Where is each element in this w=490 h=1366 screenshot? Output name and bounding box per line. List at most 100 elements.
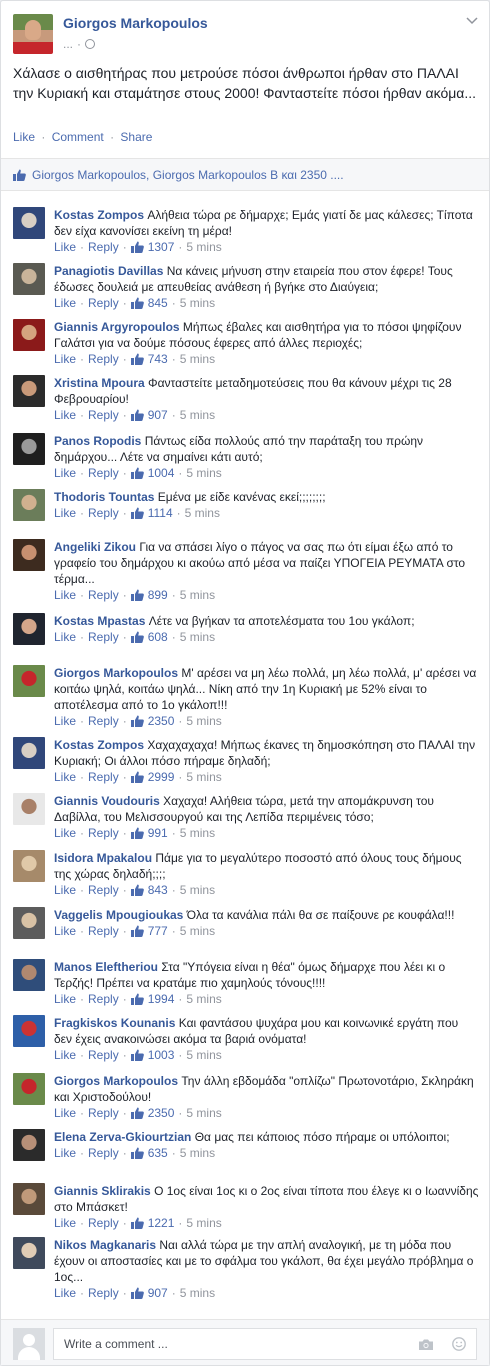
commenter-avatar[interactable]: [13, 737, 45, 769]
post-comment-button[interactable]: Comment: [52, 130, 104, 144]
comment-like-button[interactable]: Like: [54, 713, 76, 729]
comment-timestamp[interactable]: 5 mins: [186, 769, 221, 785]
commenter-avatar[interactable]: [13, 1237, 45, 1269]
comment-timestamp[interactable]: 5 mins: [180, 825, 215, 841]
comment-like-button[interactable]: Like: [54, 1047, 76, 1063]
comment-timestamp[interactable]: 5 mins: [186, 1047, 221, 1063]
commenter-avatar[interactable]: [13, 959, 45, 991]
comment-timestamp[interactable]: 5 mins: [180, 1145, 215, 1161]
comment-like-count[interactable]: 743: [148, 351, 168, 367]
comment-like-count[interactable]: 2350: [148, 1105, 175, 1121]
comment-reply-button[interactable]: Reply: [88, 407, 119, 423]
camera-icon[interactable]: [419, 1339, 433, 1350]
comment-timestamp[interactable]: 5 mins: [180, 882, 215, 898]
comment-timestamp[interactable]: 5 mins: [186, 239, 221, 255]
comment-reply-button[interactable]: Reply: [88, 239, 119, 255]
commenter-avatar[interactable]: [13, 263, 45, 295]
comment-like-count[interactable]: 907: [148, 407, 168, 423]
comment-like-button[interactable]: Like: [54, 1105, 76, 1121]
comment-like-button[interactable]: Like: [54, 882, 76, 898]
comment-timestamp[interactable]: 5 mins: [180, 295, 215, 311]
comment-timestamp[interactable]: 5 mins: [185, 505, 220, 521]
commenter-avatar[interactable]: [13, 850, 45, 882]
comment-reply-button[interactable]: Reply: [88, 923, 119, 939]
comment-timestamp[interactable]: 5 mins: [180, 587, 215, 603]
comment-reply-button[interactable]: Reply: [88, 505, 119, 521]
chevron-down-icon[interactable]: [465, 13, 479, 27]
comment-input[interactable]: [53, 1328, 477, 1360]
commenter-avatar[interactable]: [13, 907, 45, 939]
comment-like-count[interactable]: 843: [148, 882, 168, 898]
commenter-name[interactable]: Fragkiskos Kounanis: [54, 1016, 175, 1030]
commenter-name[interactable]: Isidora Mpakalou: [54, 851, 152, 865]
commenter-avatar[interactable]: [13, 1129, 45, 1161]
comment-like-button[interactable]: Like: [54, 1215, 76, 1231]
comment-like-count[interactable]: 635: [148, 1145, 168, 1161]
commenter-avatar[interactable]: [13, 1015, 45, 1047]
comment-reply-button[interactable]: Reply: [88, 1145, 119, 1161]
comment-timestamp[interactable]: 5 mins: [186, 1215, 221, 1231]
comment-reply-button[interactable]: Reply: [88, 1215, 119, 1231]
comment-reply-button[interactable]: Reply: [88, 713, 119, 729]
commenter-avatar[interactable]: [13, 613, 45, 645]
author-avatar[interactable]: [13, 14, 53, 54]
comment-like-button[interactable]: Like: [54, 825, 76, 841]
comment-reply-button[interactable]: Reply: [88, 769, 119, 785]
comment-timestamp[interactable]: 5 mins: [180, 1285, 215, 1301]
commenter-name[interactable]: Kostas Zompos: [54, 738, 144, 752]
comment-like-count[interactable]: 991: [148, 825, 168, 841]
commenter-name[interactable]: Giannis Voudouris: [54, 794, 160, 808]
comment-reply-button[interactable]: Reply: [88, 991, 119, 1007]
commenter-name[interactable]: Vaggelis Mpougioukas: [54, 908, 183, 922]
post-meta-dots[interactable]: ...: [63, 37, 73, 51]
commenter-avatar[interactable]: [13, 665, 45, 697]
comment-reply-button[interactable]: Reply: [88, 351, 119, 367]
comment-like-button[interactable]: Like: [54, 629, 76, 645]
comment-like-count[interactable]: 1221: [148, 1215, 175, 1231]
comment-like-button[interactable]: Like: [54, 295, 76, 311]
comment-like-count[interactable]: 1003: [148, 1047, 175, 1063]
comment-timestamp[interactable]: 5 mins: [180, 407, 215, 423]
comment-like-button[interactable]: Like: [54, 923, 76, 939]
comment-reply-button[interactable]: Reply: [88, 1047, 119, 1063]
comment-timestamp[interactable]: 5 mins: [186, 991, 221, 1007]
commenter-avatar[interactable]: [13, 319, 45, 351]
emoji-icon[interactable]: [452, 1337, 466, 1351]
comment-reply-button[interactable]: Reply: [88, 295, 119, 311]
comment-reply-button[interactable]: Reply: [88, 629, 119, 645]
post-author-name[interactable]: Giorgos Markopoulos: [63, 15, 208, 31]
commenter-name[interactable]: Kostas Mpastas: [54, 614, 145, 628]
comment-like-count[interactable]: 907: [148, 1285, 168, 1301]
commenter-avatar[interactable]: [13, 1183, 45, 1215]
comment-reply-button[interactable]: Reply: [88, 587, 119, 603]
comment-like-button[interactable]: Like: [54, 351, 76, 367]
commenter-name[interactable]: Manos Eleftheriou: [54, 960, 158, 974]
commenter-name[interactable]: Xristina Mpoura: [54, 376, 145, 390]
comment-like-count[interactable]: 1994: [148, 991, 175, 1007]
comment-like-button[interactable]: Like: [54, 991, 76, 1007]
comment-timestamp[interactable]: 5 mins: [180, 923, 215, 939]
commenter-name[interactable]: Panagiotis Davillas: [54, 264, 163, 278]
comment-like-button[interactable]: Like: [54, 1145, 76, 1161]
comment-like-count[interactable]: 1307: [148, 239, 175, 255]
comment-reply-button[interactable]: Reply: [88, 825, 119, 841]
comment-like-count[interactable]: 1114: [148, 505, 173, 521]
commenter-avatar[interactable]: [13, 433, 45, 465]
commenter-avatar[interactable]: [13, 489, 45, 521]
comment-timestamp[interactable]: 5 mins: [180, 351, 215, 367]
comment-timestamp[interactable]: 5 mins: [180, 629, 215, 645]
comment-like-button[interactable]: Like: [54, 769, 76, 785]
comment-like-count[interactable]: 2999: [148, 769, 175, 785]
commenter-name[interactable]: Nikos Magkanaris: [54, 1238, 156, 1252]
comment-reply-button[interactable]: Reply: [88, 882, 119, 898]
comment-like-count[interactable]: 608: [148, 629, 168, 645]
commenter-avatar[interactable]: [13, 1073, 45, 1105]
comment-like-count[interactable]: 1004: [148, 465, 175, 481]
comment-like-button[interactable]: Like: [54, 407, 76, 423]
commenter-name[interactable]: Panos Ropodis: [54, 434, 141, 448]
commenter-name[interactable]: Giorgos Markopoulos: [54, 1074, 178, 1088]
commenter-avatar[interactable]: [13, 539, 45, 571]
commenter-avatar[interactable]: [13, 793, 45, 825]
comment-like-button[interactable]: Like: [54, 239, 76, 255]
comment-reply-button[interactable]: Reply: [88, 465, 119, 481]
